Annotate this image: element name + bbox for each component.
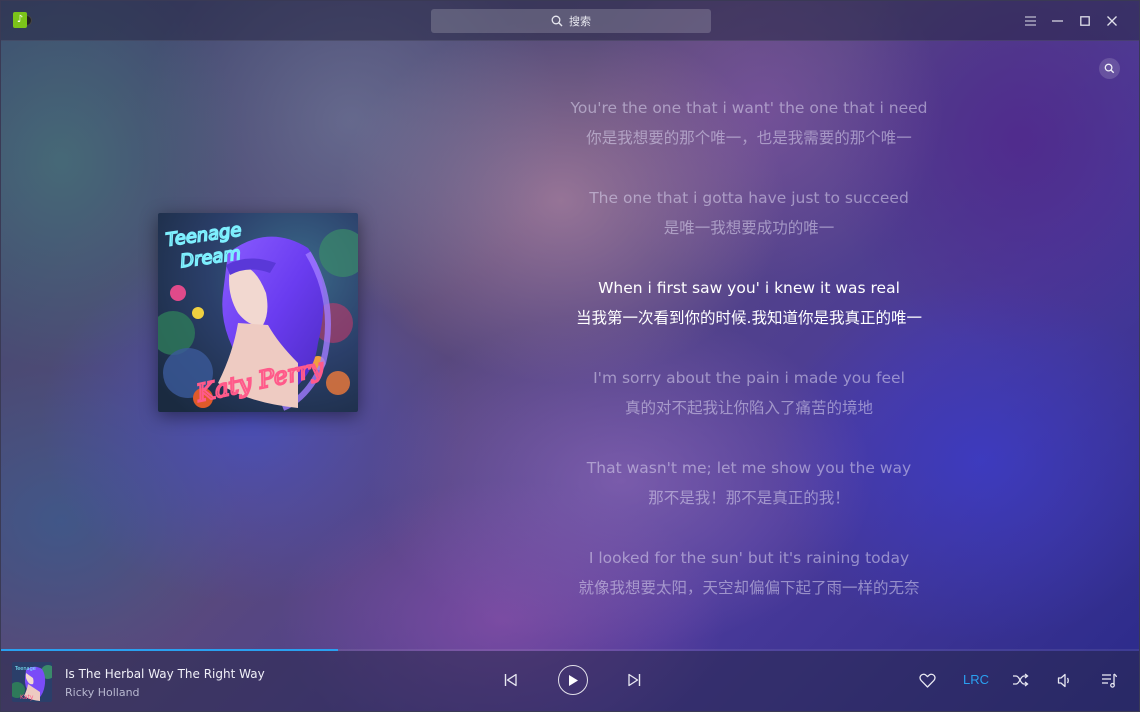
play-button[interactable] bbox=[558, 665, 588, 695]
lyric-line-zh: 那不是我！那不是真正的我！ bbox=[648, 489, 850, 507]
window-controls bbox=[1017, 11, 1125, 31]
svg-text:Teenage: Teenage bbox=[14, 666, 36, 672]
minimize-button[interactable] bbox=[1044, 11, 1071, 31]
lyrics-panel: You're the one that i want' the one that… bbox=[549, 93, 949, 633]
next-button[interactable] bbox=[626, 672, 642, 688]
maximize-icon bbox=[1079, 16, 1090, 26]
lrc-toggle-button[interactable]: LRC bbox=[963, 672, 989, 687]
play-icon bbox=[569, 674, 578, 686]
playlist-icon bbox=[1102, 672, 1117, 688]
lyric-search-button[interactable] bbox=[1099, 58, 1120, 79]
shuffle-icon bbox=[1012, 673, 1029, 687]
menu-icon bbox=[1025, 16, 1036, 26]
shuffle-button[interactable] bbox=[1011, 672, 1029, 688]
app-logo-icon: ♪ bbox=[13, 12, 32, 30]
lyric-line-zh: 当我第一次看到你的时候.我知道你是我真正的唯一 bbox=[576, 309, 922, 327]
lyric-line-en: The one that i gotta have just to succee… bbox=[589, 189, 909, 207]
lyric-line-zh: 是唯一我想要成功的唯一 bbox=[663, 219, 835, 237]
lyric-block[interactable]: I looked for the sun' but it's raining t… bbox=[549, 543, 949, 633]
lyric-line-en: That wasn't me; let me show you the way bbox=[586, 459, 912, 477]
music-player-window: ♪ 搜索 Teenage Dream Katy Perry You're the… bbox=[0, 0, 1140, 712]
search-input[interactable]: 搜索 bbox=[431, 9, 711, 33]
menu-button[interactable] bbox=[1017, 11, 1044, 31]
lyric-block-current[interactable]: When i first saw you' i knew it was real… bbox=[549, 273, 949, 363]
lyric-line-en: You're the one that i want' the one that… bbox=[570, 99, 928, 117]
next-icon bbox=[627, 673, 640, 687]
search-icon bbox=[1104, 63, 1115, 74]
lyric-line-zh: 你是我想要的那个唯一，也是我需要的那个唯一 bbox=[586, 129, 912, 147]
close-icon bbox=[1106, 16, 1117, 26]
album-art: Teenage Dream Katy Perry bbox=[158, 213, 358, 412]
lyric-line-zh: 真的对不起我让你陷入了痛苦的境地 bbox=[624, 399, 873, 417]
lyric-line-zh: 就像我想要太阳，天空却偏偏下起了雨一样的无奈 bbox=[578, 579, 920, 597]
search-placeholder: 搜索 bbox=[569, 15, 591, 28]
close-button[interactable] bbox=[1098, 11, 1125, 31]
minimize-icon bbox=[1052, 20, 1063, 22]
mini-album-art[interactable]: Teenage Katy bbox=[12, 662, 52, 702]
lyric-block[interactable]: That wasn't me; let me show you the way … bbox=[549, 453, 949, 543]
track-artist[interactable]: Ricky Holland bbox=[65, 686, 140, 699]
lyric-line-en: When i first saw you' i knew it was real bbox=[598, 279, 900, 297]
search-icon bbox=[551, 15, 563, 27]
svg-text:Katy: Katy bbox=[20, 694, 34, 701]
volume-button[interactable] bbox=[1055, 672, 1073, 688]
volume-icon bbox=[1057, 673, 1069, 687]
lyric-block[interactable]: You're the one that i want' the one that… bbox=[549, 93, 949, 183]
player-bar: Teenage Katy Is The Herbal Way The Right… bbox=[1, 651, 1139, 711]
track-title: Is The Herbal Way The Right Way bbox=[65, 667, 265, 681]
lyric-line-en: I looked for the sun' but it's raining t… bbox=[588, 549, 910, 567]
lyric-block[interactable]: I'm sorry about the pain i made you feel… bbox=[549, 363, 949, 453]
lyric-line-en: I'm sorry about the pain i made you feel bbox=[593, 369, 905, 387]
maximize-button[interactable] bbox=[1071, 11, 1098, 31]
heart-icon bbox=[919, 673, 936, 688]
playlist-button[interactable] bbox=[1100, 672, 1118, 688]
title-bar: ♪ 搜索 bbox=[1, 1, 1139, 41]
favorite-button[interactable] bbox=[918, 671, 937, 689]
lyric-block[interactable]: The one that i gotta have just to succee… bbox=[549, 183, 949, 273]
previous-button[interactable] bbox=[502, 672, 518, 688]
previous-icon bbox=[504, 673, 517, 687]
